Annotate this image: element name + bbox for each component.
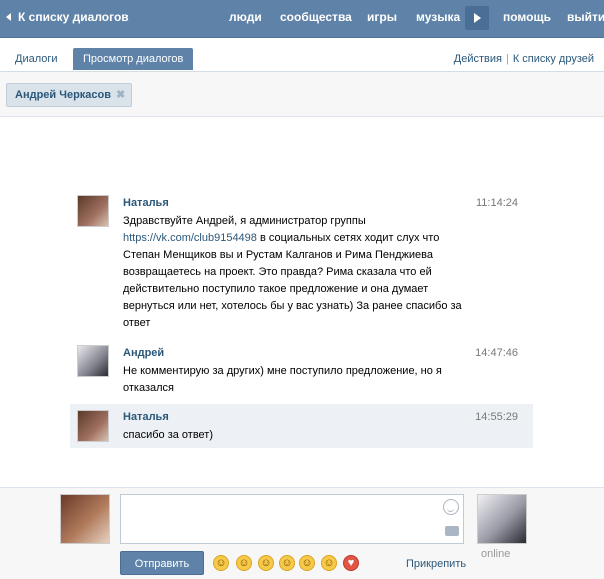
back-label: К списку диалогов <box>18 10 129 24</box>
close-icon[interactable]: ✖ <box>116 89 125 101</box>
message-item: Наталья 11:14:24 Здравствуйте Андрей, я … <box>70 190 533 338</box>
message-item: Наталья 14:55:29 спасибо за ответ) <box>70 404 533 448</box>
nav-logout[interactable]: выйти <box>567 0 604 37</box>
nav-help[interactable]: помощь <box>503 0 551 37</box>
avatar[interactable] <box>77 410 109 442</box>
message-author[interactable]: Наталья <box>123 197 169 209</box>
separator: | <box>505 53 509 65</box>
emoji-grin-icon[interactable]: ☺ <box>279 555 295 571</box>
composer: Отправить ☺ ☺ ☺ ☺ ☺ ☺ ♥ Прикрепить onlin… <box>0 487 604 579</box>
message-text: Здравствуйте Андрей, я администратор гру… <box>123 213 473 332</box>
back-to-dialogs-link[interactable]: К списку диалогов <box>6 0 129 37</box>
emoji-kiss-icon[interactable]: ☺ <box>321 555 337 571</box>
nav-games[interactable]: игры <box>367 0 397 37</box>
dialog-filter: Андрей Черкасов ✖ <box>0 72 604 117</box>
emoji-laugh-icon[interactable]: ☺ <box>236 555 252 571</box>
recipient-avatar[interactable] <box>477 494 527 544</box>
message-time: 14:55:29 <box>475 411 518 423</box>
smile-icon[interactable] <box>443 499 459 515</box>
filter-chip-label: Андрей Черкасов <box>15 89 112 101</box>
message-author[interactable]: Андрей <box>123 347 164 359</box>
message-author[interactable]: Наталья <box>123 411 169 423</box>
nav-music[interactable]: музыка <box>416 0 460 37</box>
filter-chip[interactable]: Андрей Черкасов ✖ <box>6 83 133 107</box>
nav-communities[interactable]: сообщества <box>280 0 352 37</box>
send-button[interactable]: Отправить <box>120 551 204 575</box>
right-links: Действия | К списку друзей <box>454 48 594 70</box>
message-time: 11:14:24 <box>475 197 518 209</box>
online-status: online <box>481 548 511 560</box>
heart-icon[interactable]: ♥ <box>343 555 359 571</box>
my-avatar[interactable] <box>60 494 110 544</box>
message-text: спасибо за ответ) <box>123 429 213 441</box>
thumbs-up-icon[interactable]: ☺ <box>299 555 315 571</box>
message-text-part: Здравствуйте Андрей, я администратор гру… <box>123 215 366 227</box>
tab-view-dialogs[interactable]: Просмотр диалогов <box>73 48 194 70</box>
message-input[interactable] <box>120 494 464 544</box>
nav-people[interactable]: люди <box>229 0 262 37</box>
message-time: 14:47:46 <box>475 347 518 359</box>
message-text: Не комментирую за других) мне поступило … <box>123 365 442 394</box>
emoji-surprised-icon[interactable]: ☺ <box>258 555 274 571</box>
attach-link[interactable]: Прикрепить <box>406 558 466 570</box>
message-text-part: в социальных сетях ходит слух что Степан… <box>123 232 462 329</box>
group-link[interactable]: https://vk.com/club9154498 <box>123 232 257 244</box>
camera-icon[interactable] <box>445 526 459 536</box>
emoji-smile-icon[interactable]: ☺ <box>213 555 229 571</box>
avatar[interactable] <box>77 195 109 227</box>
play-icon[interactable] <box>465 6 489 30</box>
tabs-row: Диалоги Просмотр диалогов Действия | К спи… <box>0 38 604 72</box>
chevron-left-icon <box>6 13 11 21</box>
top-navigation-bar: К списку диалогов люди сообщества игры м… <box>0 0 604 38</box>
message-item: Андрей 14:47:46 Не комментирую за других… <box>70 340 533 402</box>
friends-list-link[interactable]: К списку друзей <box>513 53 594 65</box>
tab-dialogs[interactable]: Диалоги <box>15 48 58 70</box>
actions-link[interactable]: Действия <box>454 53 502 65</box>
avatar[interactable] <box>77 345 109 377</box>
